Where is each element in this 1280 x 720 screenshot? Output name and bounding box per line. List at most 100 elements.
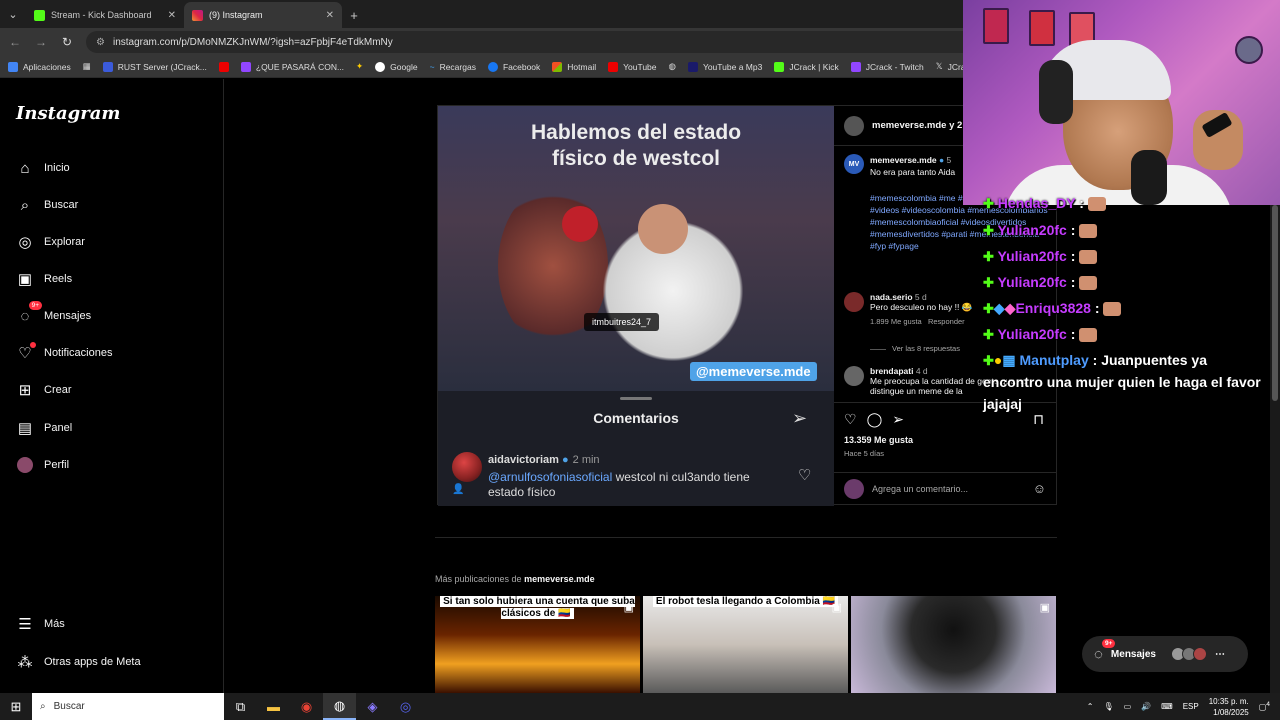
comment-username[interactable]: brendapati [870,366,913,376]
user-tag[interactable]: itmbuitres24_7 [584,313,660,331]
new-tab-button[interactable]: + [342,2,366,28]
language-indicator[interactable]: ESP [1183,702,1199,711]
nav-buscar[interactable]: ⌕ Buscar [16,194,78,216]
volume-icon[interactable]: 🔊 [1141,702,1151,711]
reload-button[interactable]: ↻ [60,35,74,49]
unread-badge: 9+ [28,301,42,310]
nav-panel[interactable]: ▤ Panel [16,417,72,439]
taskbar-search[interactable]: ⌕ Buscar [32,693,224,720]
clock[interactable]: 10:35 p. m. 1/08/2025 [1209,696,1249,718]
comment-username[interactable]: nada.serio [870,292,913,302]
vip-badge-icon: ◆ [1004,300,1016,316]
notification-icon[interactable]: ▢4 [1259,701,1270,712]
bookmark-youtube[interactable]: YouTube [608,61,657,72]
bookmark-youtube-mp3[interactable]: YouTube a Mp3 [687,61,762,72]
avatar [16,456,34,474]
bookmark-label: Google [390,61,418,72]
bookmark-grid[interactable]: ▦ [83,61,91,72]
nav-perfil[interactable]: Perfil [16,454,69,476]
forward-button[interactable]: → [34,35,48,49]
share-icon[interactable]: ➢ [892,411,904,428]
nav-mas[interactable]: ☰ Más [16,613,65,635]
comment-username: aidavictoriam [488,454,559,466]
microphone-icon[interactable]: 🎙 [1103,702,1113,711]
chat-text-continued: jajajaj [983,396,1022,412]
reply-button[interactable]: Responder [928,317,965,326]
person-tag-icon[interactable]: 👤 [452,484,464,495]
like-heart-icon[interactable]: ♡ [844,411,857,428]
bookmark-google[interactable]: Google [375,61,418,72]
messages-button[interactable]: ◌ 9+ Mensajes ⋯ [1082,636,1248,672]
more-user[interactable]: memeverse.mde [524,574,595,584]
avatar[interactable] [844,366,864,386]
nav-notificaciones[interactable]: ♡ Notificaciones [16,342,112,364]
nav-otras-apps[interactable]: ⁂ Otras apps de Meta [16,651,141,673]
bookmark-icon[interactable]: ⊓ [1033,411,1044,428]
nav-explorar[interactable]: ◎ Explorar [16,231,85,253]
scroll-thumb[interactable] [1272,205,1278,401]
task-view-icon[interactable]: ⧉ [224,693,257,720]
caption-username[interactable]: memeverse.mde [870,155,937,165]
grid-icon: ▦ [82,61,91,71]
bookmark-recargas[interactable]: ~ Recargas [430,62,476,72]
like-count[interactable]: 13.359 Me gusta [844,435,913,445]
bookmark-label: Hotmail [567,61,597,72]
bookmark-que-pasara[interactable]: ¿QUE PASARÁ CON... [240,61,344,72]
close-icon[interactable]: ✕ [326,10,334,21]
bookmark-rust[interactable]: RUST Server (JCrack... [102,61,207,72]
nav-mensajes[interactable]: ◌ 9+ Mensajes [16,301,91,327]
bookmark-globe[interactable]: ◍ [669,61,676,72]
chat-separator: : [1066,222,1076,238]
tab-kick[interactable]: Stream - Kick Dashboard ✕ [26,2,184,28]
bookmark-twitch[interactable]: JCrack - Twitch [850,61,924,72]
close-icon[interactable]: ✕ [168,10,176,21]
instagram-logo[interactable]: Instagram [16,103,120,124]
site-info-icon[interactable]: ⚙ [96,37,105,48]
reels-icon: ▣ [831,602,842,614]
discord-icon[interactable]: ◎ [389,693,422,720]
bookmark-apps[interactable]: Aplicaciones [8,61,71,72]
file-explorer-icon[interactable]: ▬ [257,693,290,720]
gift-badge-icon: ✚ [983,196,994,211]
bookmark-youtube-red[interactable] [218,61,229,72]
apps-icon [8,61,18,72]
avatar[interactable]: MV [844,154,864,174]
post-thumbnail[interactable]: Si tan solo hubiera una cuenta que suba … [435,596,640,693]
emoji-icon[interactable]: ☺ [1033,481,1046,496]
view-replies-button[interactable]: Ver las 8 respuestas [870,344,960,353]
search-icon: ⌕ [40,701,46,712]
avatar [844,478,864,499]
bookmark-facebook[interactable]: Facebook [487,61,540,72]
windows-start-icon[interactable]: ⊞ [0,693,32,720]
bookmark-kick[interactable]: JCrack | Kick [774,61,839,72]
bookmark-label: JCrack | Kick [789,61,839,72]
bookmark-hotmail[interactable]: Hotmail [552,61,597,72]
avatar[interactable] [844,115,864,136]
comment-icon[interactable]: ◯ [867,411,883,428]
tab-instagram[interactable]: (9) Instagram ✕ [184,2,342,28]
keyboard-icon[interactable]: ⌨ [1161,702,1173,711]
obs-icon[interactable]: ◍ [323,693,356,720]
more-prefix: Más publicaciones de [435,574,525,584]
emote-icon [1079,328,1098,343]
page-scrollbar[interactable] [1270,205,1280,693]
post-author[interactable]: memeverse.mde y 2 p [872,120,971,131]
comment-input[interactable]: Agrega un comentario... [872,484,968,494]
nav-reels[interactable]: ▣ Reels [16,268,72,290]
post-thumbnail[interactable]: El robot tesla llegando a Colombia 🇨🇴 ▣ [643,596,848,693]
back-button[interactable]: ← [8,35,22,49]
comment-likes[interactable]: 1.899 Me gusta [870,317,922,326]
chevron-up-icon[interactable]: ⌃ [1087,702,1094,711]
bookmark-star[interactable]: ✦ [356,61,363,72]
avatar[interactable] [844,292,864,312]
nav-crear[interactable]: ⊞ Crear [16,379,72,401]
nav-inicio[interactable]: ⌂ Inicio [16,157,69,179]
comment-text: @arnulfosofoniasoficial westcol ni cul3a… [488,470,768,500]
post-media[interactable]: Hablemos del estado físico de westcol @m… [438,106,834,506]
app-icon[interactable]: ◈ [356,693,389,720]
chrome-icon[interactable]: ◉ [290,693,323,720]
network-icon[interactable]: ▭ [1124,702,1132,711]
sub-badge-icon: ◆ [993,300,1005,316]
tab-search-button[interactable]: ⌄ [0,0,26,28]
post-thumbnail[interactable]: ▣ [851,596,1056,693]
